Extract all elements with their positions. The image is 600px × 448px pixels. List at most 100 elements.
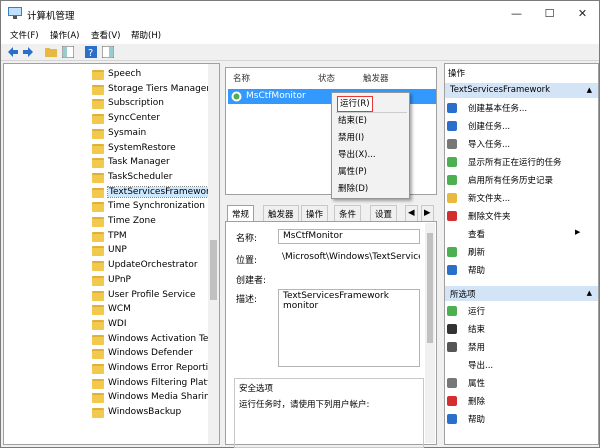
create-basic-task-icon: [447, 103, 457, 113]
tree-item-label: WDI: [108, 318, 127, 329]
collapse-up-icon[interactable]: ▲: [587, 289, 592, 297]
folder-icon: [92, 143, 104, 154]
folder-icon: [92, 305, 104, 316]
location-value: \Microsoft\Windows\TextServicesFramewo: [282, 252, 420, 262]
tree-item-label: Subscription: [108, 98, 164, 109]
toolbar: ?: [1, 44, 599, 61]
tree-item-label: Speech: [108, 69, 142, 79]
name-field[interactable]: MsCtfMonitor: [278, 229, 420, 244]
menu-separator: [336, 112, 407, 113]
folder-icon: [92, 99, 104, 110]
tree-item-label: UNP: [108, 245, 127, 256]
description-field[interactable]: TextServicesFramework monitor: [278, 289, 420, 367]
collapse-up-icon[interactable]: ▲: [587, 86, 592, 94]
actions-section-folder[interactable]: TextServicesFramework ▲: [445, 83, 598, 98]
tree-item-label: TPM: [108, 230, 127, 241]
column-header-trigger[interactable]: 触发器: [363, 72, 389, 84]
close-button[interactable]: ✕: [566, 1, 599, 27]
tree-item-label: UPnP: [108, 274, 131, 285]
window: 计算机管理 — ☐ ✕ 文件(F) 操作(A) 查看(V) 帮助(H) ? Sp…: [0, 0, 600, 448]
folder-icon: [92, 187, 104, 198]
location-label: 位置:: [236, 256, 258, 266]
menu-view[interactable]: 查看(V): [91, 29, 120, 41]
help-icon: [447, 414, 457, 424]
column-header-status[interactable]: 状态: [318, 72, 335, 84]
action-item-label: 属性: [468, 379, 486, 389]
tree-item-label: TaskScheduler: [108, 171, 173, 182]
tree-item-label: Windows Activation Tec: [108, 333, 214, 344]
minimize-button[interactable]: —: [500, 1, 533, 27]
maximize-button[interactable]: ☐: [533, 1, 566, 27]
folder-icon: [92, 261, 104, 272]
action-item-label: 结束: [468, 325, 486, 335]
properties-icon: [447, 378, 457, 388]
tab-actions[interactable]: 操作: [301, 205, 329, 221]
window-title: 计算机管理: [27, 11, 75, 22]
action-item-label: 启用所有任务历史记录: [468, 176, 554, 186]
computer-management-icon: [8, 7, 22, 19]
menu-item-properties[interactable]: 属性(P): [338, 165, 367, 179]
menu-action[interactable]: 操作(A): [50, 29, 79, 41]
actions-section-selected[interactable]: 所选项 ▲: [445, 286, 598, 301]
folder-icon: [92, 290, 104, 301]
help-icon: [447, 265, 457, 275]
folder-icon: [92, 217, 104, 227]
new-folder-icon: [447, 193, 457, 203]
tab-conditions[interactable]: 条件: [334, 205, 362, 221]
detail-tabs: 常规 触发器 操作 条件 设置 ◀ ▶: [225, 205, 437, 221]
menu-item-end[interactable]: 结束(E): [338, 114, 367, 128]
delete-folder-icon: [447, 211, 457, 221]
tab-general[interactable]: 常规: [227, 205, 255, 221]
menu-item-export[interactable]: 导出(X)...: [338, 148, 376, 162]
show-action-pane-icon[interactable]: [102, 46, 114, 58]
menu-help[interactable]: 帮助(H): [131, 29, 161, 41]
description-label: 描述:: [236, 295, 258, 305]
actions-section-selected-label: 所选项: [450, 290, 476, 300]
folder-icon: [92, 202, 104, 213]
tab-scroll-right-button[interactable]: ▶: [421, 205, 434, 221]
action-item-label: 运行: [468, 307, 486, 317]
menu-item-run[interactable]: 运行(R): [337, 96, 373, 112]
tab-scroll-left-button[interactable]: ◀: [405, 205, 418, 221]
folder-icon: [92, 172, 104, 183]
tree-item-label: SystemRestore: [108, 142, 176, 153]
run-icon: [447, 306, 457, 316]
action-item-label: 删除文件夹: [468, 212, 511, 222]
end-icon: [447, 324, 457, 334]
show-tree-icon[interactable]: [62, 46, 74, 58]
column-header-name[interactable]: 名称: [233, 72, 250, 84]
title-bar: 计算机管理 — ☐ ✕: [1, 1, 599, 27]
folder-icon: [92, 275, 104, 286]
security-options-label: 安全选项: [239, 384, 274, 394]
up-folder-icon[interactable]: [45, 46, 57, 58]
back-arrow-icon[interactable]: [7, 46, 19, 58]
help-icon[interactable]: ?: [85, 46, 97, 58]
folder-icon: [92, 408, 104, 419]
tree-item-label: UpdateOrchestrator: [108, 260, 198, 271]
menu-item-delete[interactable]: 删除(D): [338, 182, 368, 196]
tree-item-label: TextServicesFramework: [107, 185, 217, 198]
action-item-label: 导入任务...: [468, 140, 511, 150]
context-menu: 运行(R) 结束(E) 禁用(I) 导出(X)... 属性(P) 删除(D): [331, 92, 410, 199]
tab-settings[interactable]: 设置: [370, 205, 398, 221]
tree-scroll-thumb[interactable]: [210, 240, 217, 300]
detail-scrollbar[interactable]: [425, 223, 435, 443]
tree-item-label: Windows Defender: [108, 348, 193, 359]
menu-item-disable[interactable]: 禁用(I): [338, 131, 364, 145]
menu-file[interactable]: 文件(F): [10, 29, 39, 41]
navigation-tree: Speech Storage Tiers Managen Subscription S…: [3, 63, 220, 445]
action-item-label: 新文件夹...: [468, 194, 511, 204]
action-item-label: 禁用: [468, 343, 486, 353]
tab-triggers[interactable]: 触发器: [263, 205, 299, 221]
detail-scroll-thumb[interactable]: [427, 233, 433, 343]
author-label: 创建者:: [236, 276, 267, 286]
folder-icon: [92, 128, 104, 139]
action-item-label: 刷新: [468, 248, 486, 258]
action-item-label: 导出...: [468, 361, 494, 371]
forward-arrow-icon[interactable]: [22, 46, 34, 58]
security-options-group: 安全选项 运行任务时，请使用下列用户帐户:: [234, 378, 424, 448]
action-item-label: 帮助: [468, 415, 486, 425]
tree-scrollbar[interactable]: [208, 64, 219, 444]
task-icon: [231, 91, 242, 102]
general-tab-panel: 名称: MsCtfMonitor 位置: \Microsoft\Windows\…: [225, 221, 437, 448]
